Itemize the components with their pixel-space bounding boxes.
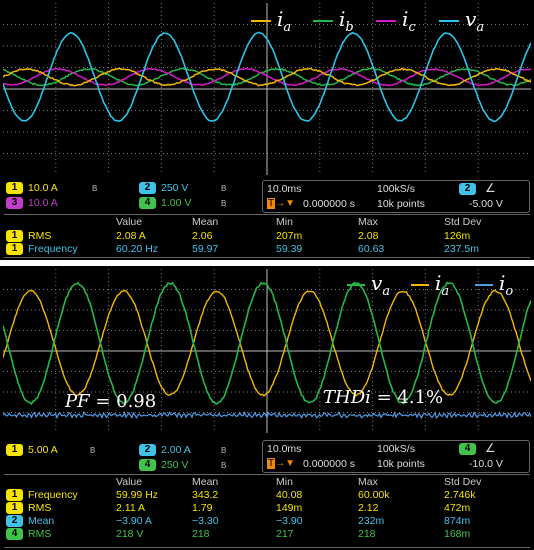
legend-io-bottom: io <box>475 271 513 299</box>
measurement-row: 1 RMS 2.11 A 1.79 149m 2.12 472m <box>4 502 530 514</box>
measurement-row: 1 Frequency 60.20 Hz 59.97 59.39 60.63 2… <box>4 243 530 255</box>
measurement-row: 2 Mean −3.90 A −3.30 −3.90 232m 874m <box>4 515 530 527</box>
channel-4-setting[interactable]: 4 250 V B <box>139 459 226 471</box>
legend-ic-top: ic <box>376 7 416 35</box>
channel-settings-top: 1 10.0 A B 3 10.0 A 2 250 V B 4 1.00 V B <box>6 182 256 212</box>
legend-ia-bottom: ia <box>411 271 449 299</box>
trigger-position-marker: T→▼ <box>267 458 295 469</box>
channel-2-setting[interactable]: 2 2.00 A B <box>139 444 226 456</box>
channel-badge: 1 <box>6 182 23 194</box>
channel-4-setting[interactable]: 4 1.00 V B <box>139 197 226 209</box>
bandwidth-icon: B <box>221 446 226 455</box>
power-factor-annotation: PF = 0.98 <box>65 391 156 412</box>
trigger-position-marker: T→▼ <box>267 198 295 209</box>
channel-badge: 2 <box>139 444 156 456</box>
trigger-edge-icon: ∠ <box>485 441 496 455</box>
legend-line <box>313 20 333 22</box>
measurement-row: 1 Frequency 59.99 Hz 343.2 40.08 60.00k … <box>4 489 530 501</box>
measurement-table-bottom: Value Mean Min Max Std Dev 1 Frequency 5… <box>4 474 530 548</box>
trigger-channel-badge: 2 <box>459 183 476 195</box>
legend-ia-top: ia <box>251 7 291 35</box>
channel-badge: 4 <box>139 459 156 471</box>
legend-va-bottom: va <box>347 271 390 299</box>
waveform-area-bottom: va ia io PF = 0.98 THDi = 4.1% <box>3 269 531 433</box>
trigger-edge-icon: ∠ <box>485 181 496 195</box>
channel-1-setting[interactable]: 1 10.0 A B <box>6 182 97 194</box>
legend-line <box>439 20 459 22</box>
bandwidth-icon: B <box>90 446 95 455</box>
timebase-panel-bottom[interactable]: 10.0ms 100kS/s T→▼ 0.000000 s 10k points… <box>262 440 530 473</box>
channel-settings-bottom: 1 5.00 A B 2 2.00 A B 4 250 V B <box>6 440 256 472</box>
trigger-channel-badge: 4 <box>459 443 476 455</box>
bandwidth-icon: B <box>92 184 97 193</box>
scope-screen-bottom: va ia io PF = 0.98 THDi = 4.1% 1 5.00 A … <box>0 266 534 550</box>
bandwidth-icon: B <box>221 184 226 193</box>
measurement-row: 1 RMS 2.08 A 2.06 207m 2.08 126m <box>4 230 530 242</box>
waveform-area-top: ia ib ic va <box>3 3 531 175</box>
legend-ib-top: ib <box>313 7 354 35</box>
legend-line <box>376 20 396 22</box>
channel-1-setting[interactable]: 1 5.00 A B <box>6 444 95 456</box>
measurement-row: 4 RMS 218 V 218 217 218 168m <box>4 528 530 540</box>
channel-badge: 4 <box>139 197 156 209</box>
channel-3-setting[interactable]: 3 10.0 A <box>6 197 88 209</box>
channel-2-setting[interactable]: 2 250 V B <box>139 182 226 194</box>
scope-screen-top: ia ib ic va 1 10.0 A B 3 10.0 A 2 250 V … <box>0 0 534 260</box>
legend-va-top: va <box>439 7 484 35</box>
legend-line <box>411 284 429 286</box>
channel-badge: 3 <box>6 197 23 209</box>
thd-annotation: THDi = 4.1% <box>323 387 443 408</box>
channel-badge: 1 <box>6 444 23 456</box>
timebase-panel-top[interactable]: 10.0ms 100kS/s T→▼ 0.000000 s 10k points… <box>262 180 530 213</box>
channel-badge: 2 <box>139 182 156 194</box>
legend-line <box>251 20 271 22</box>
bandwidth-icon: B <box>221 461 226 470</box>
measurement-table-top: Value Mean Min Max Std Dev 1 RMS 2.08 A … <box>4 214 530 258</box>
legend-line <box>347 284 365 286</box>
legend-line <box>475 284 493 286</box>
bandwidth-icon: B <box>221 199 226 208</box>
